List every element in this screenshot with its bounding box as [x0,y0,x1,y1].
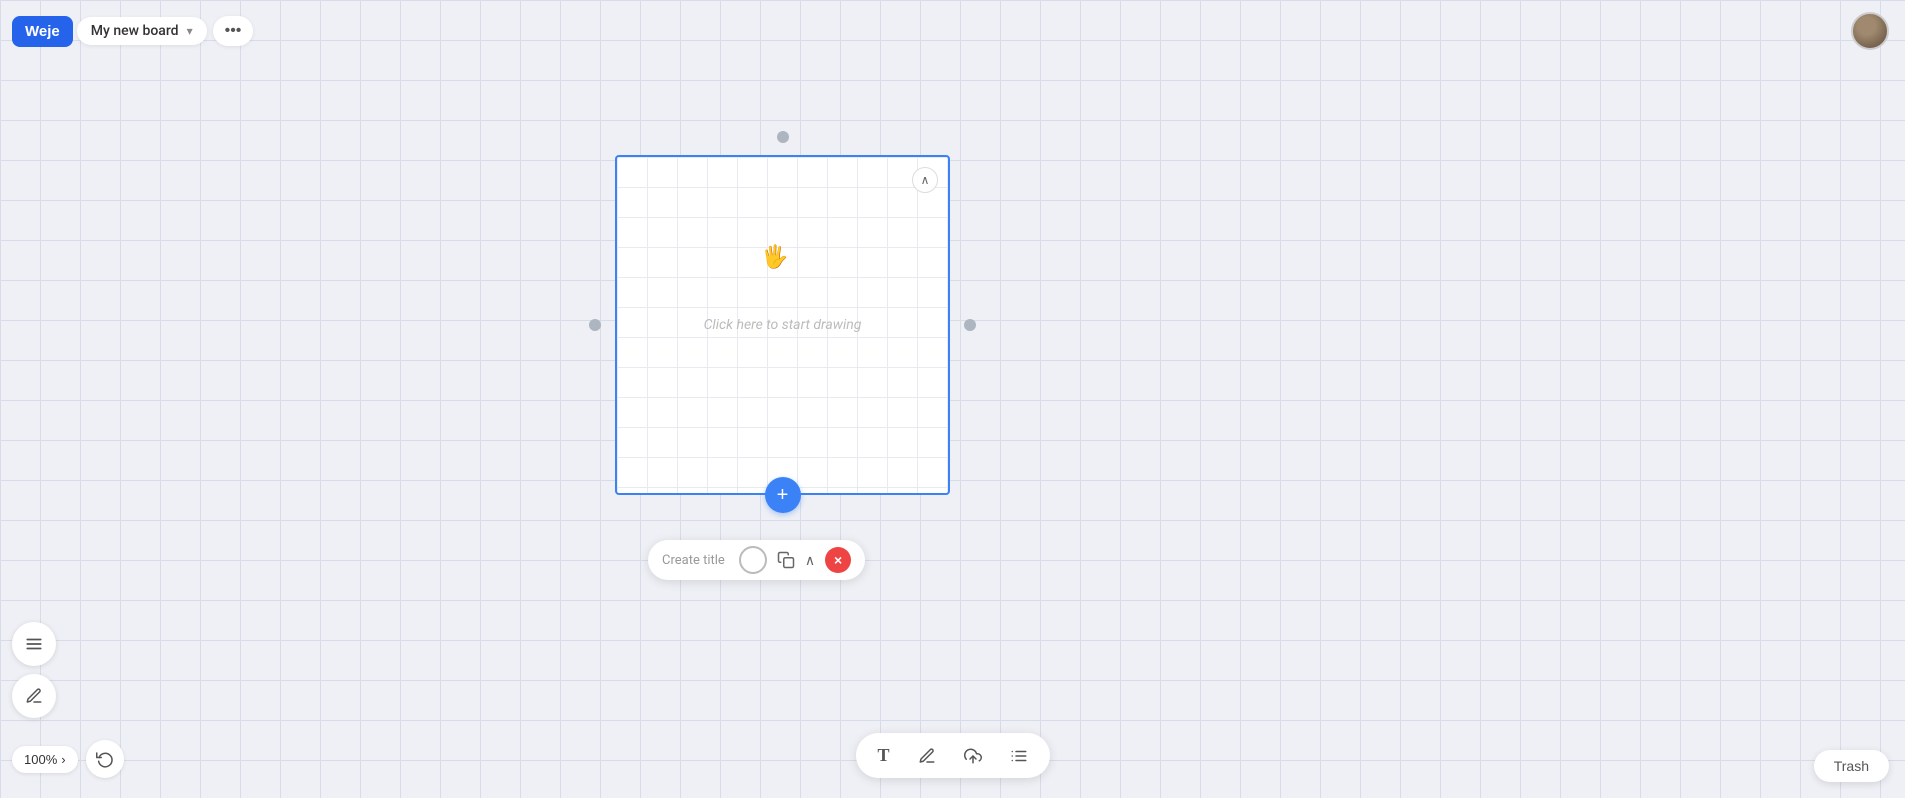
list-tool-button[interactable] [1006,743,1032,769]
pen-icon [25,687,43,705]
resize-handle-right[interactable] [964,319,976,331]
cursor-hand-icon: 🖐 [761,245,788,270]
left-toolbar [12,622,56,718]
drawing-placeholder: Click here to start drawing [704,317,862,333]
draw-tool-button[interactable] [914,743,940,769]
zoom-button[interactable]: 100% › [12,746,78,773]
pen-tool-button[interactable] [12,674,56,718]
pencil-icon [918,747,936,765]
board-title-chevron-icon[interactable]: ▾ [187,24,193,38]
more-menu-button[interactable]: ••• [213,16,254,46]
zoom-area: 100% › [12,740,124,778]
zoom-chevron-icon: › [61,752,65,767]
text-tool-button[interactable]: T [873,741,893,770]
logo-button[interactable]: Weje [12,16,73,47]
create-title-label: Create title [662,553,725,568]
title-toolbar: Create title ∧ × [648,540,865,580]
avatar[interactable] [1851,12,1889,50]
text-icon: T [877,745,889,766]
canvas-background [0,0,1905,798]
resize-handle-top[interactable] [777,131,789,143]
card-collapse-button[interactable]: ∧ [912,167,938,193]
trash-button[interactable]: Trash [1814,750,1889,782]
undo-button[interactable] [86,740,124,778]
add-section-button[interactable]: + [765,477,801,513]
title-color-picker-button[interactable] [739,546,767,574]
duplicate-icon [777,551,795,569]
zoom-value: 100% [24,752,57,767]
title-close-button[interactable]: × [825,547,851,573]
menu-tool-button[interactable] [12,622,56,666]
topbar: Weje My new board ▾ ••• [0,0,1905,62]
upload-icon [964,747,982,765]
menu-icon [25,635,43,653]
resize-handle-left[interactable] [589,319,601,331]
drawing-card[interactable]: ∧ 🖐 Click here to start drawing + [615,155,950,495]
board-title-area: My new board ▾ [77,17,207,45]
title-collapse-button[interactable]: ∧ [805,552,815,569]
board-title: My new board [91,23,179,39]
title-duplicate-button[interactable] [777,551,795,569]
undo-icon [96,750,114,768]
bottom-toolbar: T [855,733,1049,778]
list-icon [1010,747,1028,765]
upload-tool-button[interactable] [960,743,986,769]
